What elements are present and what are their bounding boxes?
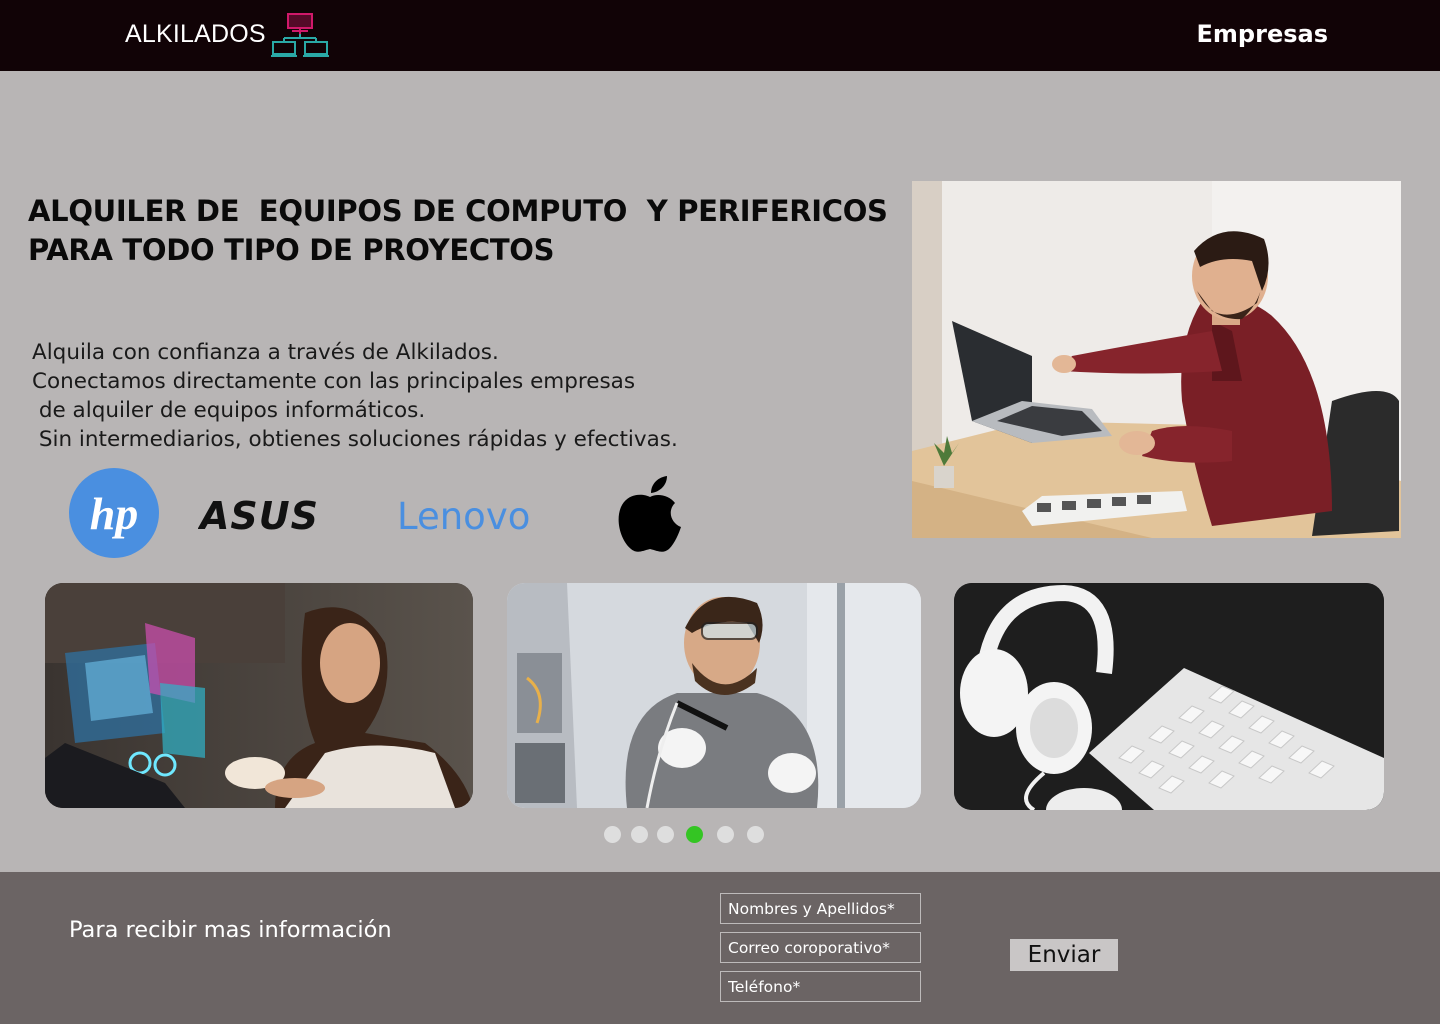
phone-field[interactable] [720, 971, 921, 1002]
hero-headline: ALQUILER DE EQUIPOS DE COMPUTO Y PERIFER… [28, 192, 908, 270]
carousel-dot-1[interactable] [604, 826, 621, 843]
network-computers-icon[interactable] [270, 12, 332, 58]
lenovo-logo: Lenovo [397, 495, 530, 537]
man-working-on-laptop-photo [912, 181, 1401, 538]
asus-logo: ASUS [198, 495, 319, 535]
brand-name[interactable]: ALKILADOS [125, 20, 266, 49]
name-field[interactable] [720, 893, 921, 924]
contact-form-section: Para recibir mas información Enviar [0, 872, 1440, 1024]
hp-logo: hp [69, 468, 159, 558]
intro-line: Conectamos directamente con las principa… [32, 369, 636, 394]
hero-intro-text: Alquila con confianza a través de Alkila… [32, 338, 792, 454]
carousel-dot-6[interactable] [747, 826, 764, 843]
intro-line: Alquila con confianza a través de Alkila… [32, 340, 499, 365]
partner-brand-logos: hp ASUS Lenovo [60, 465, 700, 565]
hp-logo-text: hp [90, 488, 139, 539]
email-field[interactable] [720, 932, 921, 963]
carousel-dot-4-active[interactable] [686, 826, 703, 843]
intro-line: de alquiler de equipos informáticos. [32, 398, 426, 423]
nav-link-empresas[interactable]: Empresas [1197, 20, 1328, 48]
carousel-dot-2[interactable] [631, 826, 648, 843]
woman-with-holographic-screens-photo[interactable] [45, 583, 473, 808]
headline-line-2: PARA TODO TIPO DE PROYECTOS [28, 233, 555, 267]
technician-soldering-computer-photo[interactable] [507, 583, 921, 808]
send-button[interactable]: Enviar [1010, 939, 1118, 971]
contact-form-title: Para recibir mas información [69, 917, 392, 943]
carousel-dot-3[interactable] [657, 826, 674, 843]
lenovo-logo-text: Lenovo [397, 495, 530, 537]
top-navigation-bar: ALKILADOS Empresas [0, 0, 1440, 71]
asus-logo-text: ASUS [198, 495, 319, 535]
intro-line: Sin intermediarios, obtienes soluciones … [32, 427, 678, 452]
headphones-and-keyboard-photo[interactable] [954, 583, 1384, 810]
headline-line-1: ALQUILER DE EQUIPOS DE COMPUTO Y PERIFER… [28, 194, 888, 228]
carousel-dot-5[interactable] [717, 826, 734, 843]
apple-logo-icon [618, 476, 681, 552]
